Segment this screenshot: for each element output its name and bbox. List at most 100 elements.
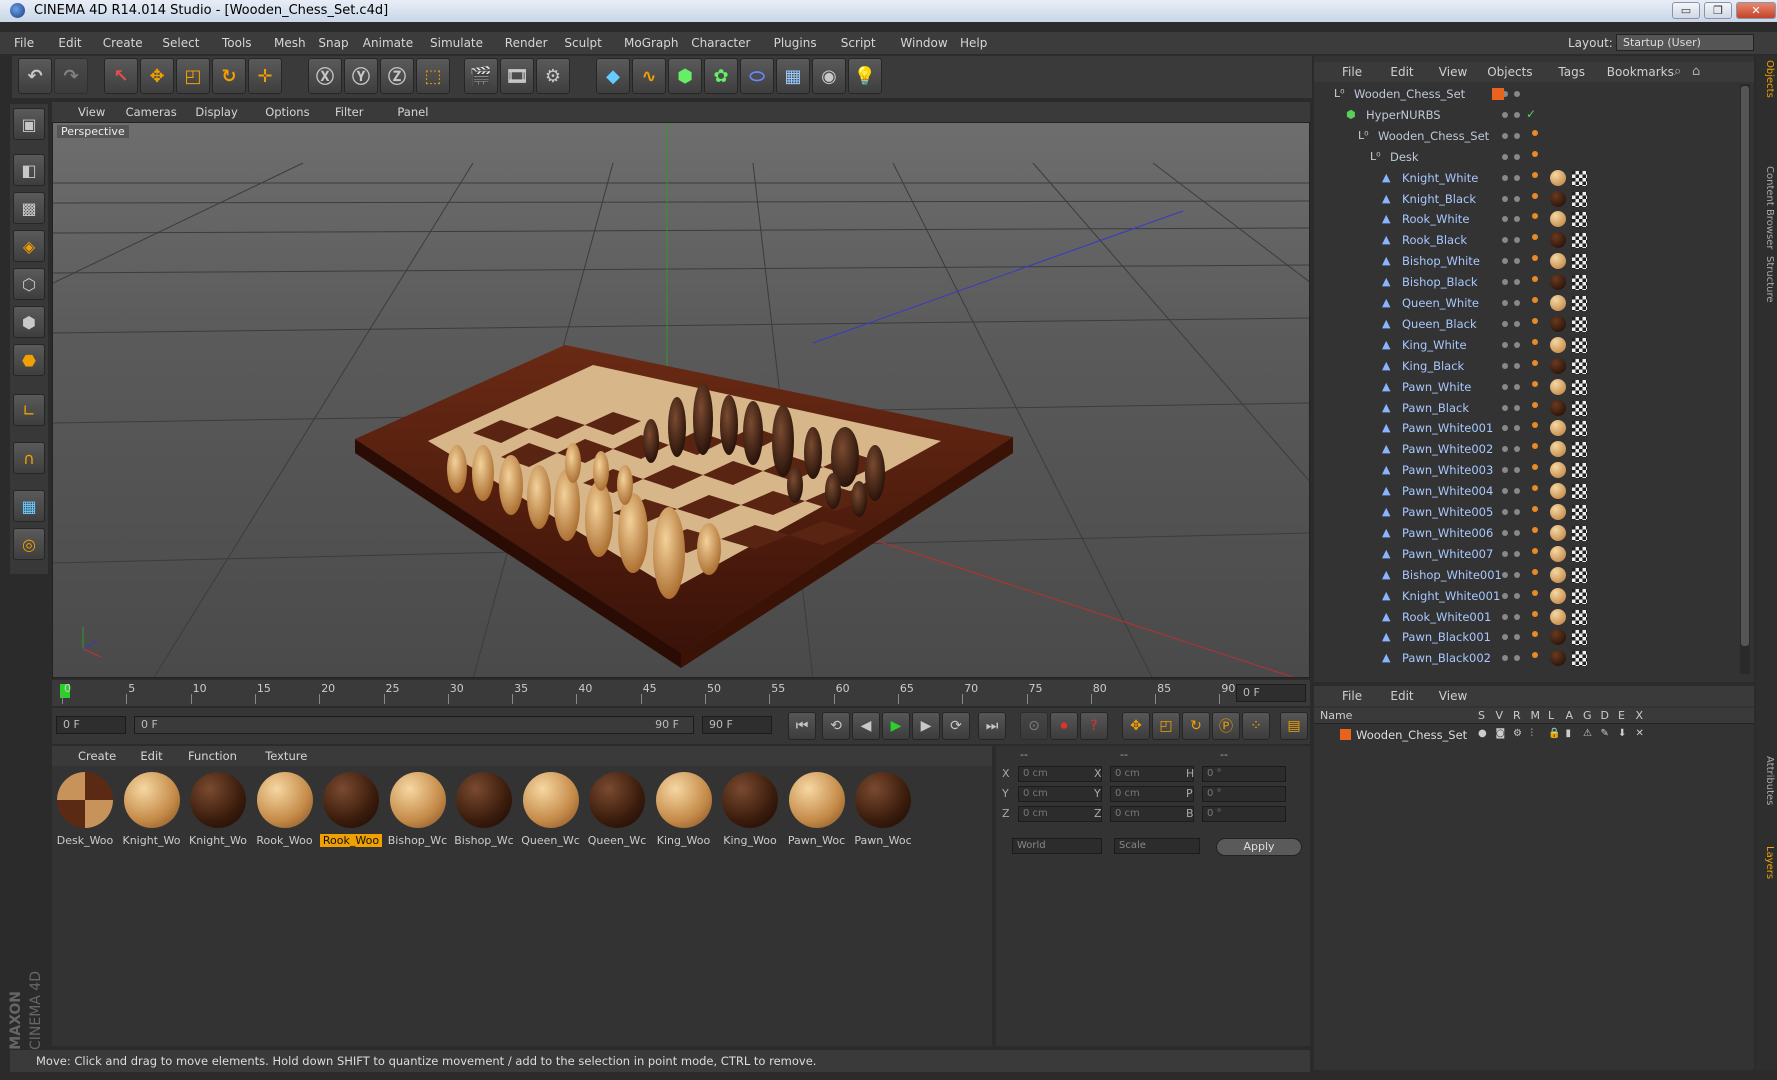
object-row[interactable]: L⁰ Wooden_Chess_Set	[1314, 126, 1738, 147]
coord-field[interactable]: 0 cm	[1018, 786, 1102, 802]
layer-column-header[interactable]: R	[1513, 709, 1521, 722]
editor-visibility-dot[interactable]	[1502, 404, 1508, 411]
x-axis-icon[interactable]: Ⓧ	[308, 58, 342, 94]
snap-icon[interactable]: ▦	[13, 490, 45, 522]
editor-visibility-dot[interactable]	[1502, 300, 1508, 306]
texture-tag-icon[interactable]	[1572, 275, 1587, 291]
material-tag-icon[interactable]	[1550, 315, 1566, 332]
menu-mesh[interactable]: Mesh	[274, 36, 306, 50]
object-menu-tags[interactable]: Tags	[1558, 65, 1585, 79]
phong-tag-icon[interactable]	[1532, 506, 1538, 512]
material-tag-icon[interactable]	[1550, 587, 1566, 604]
previous-key-icon[interactable]: ⟲	[822, 712, 850, 740]
material-swatch[interactable]: Desk_Woo	[54, 770, 116, 852]
next-frame-icon[interactable]: ▶	[912, 712, 940, 740]
object-row[interactable]: ▲ Bishop_Black	[1314, 272, 1738, 293]
material-tag-icon[interactable]	[1550, 274, 1566, 291]
texture-tag-icon[interactable]	[1572, 212, 1587, 228]
render-visibility-dot[interactable]	[1514, 258, 1520, 265]
object-row[interactable]: ▲ Rook_White001	[1314, 607, 1738, 628]
material-tag-icon[interactable]	[1550, 357, 1566, 374]
editor-visibility-dot[interactable]	[1502, 634, 1508, 641]
texture-tag-icon[interactable]	[1572, 296, 1587, 311]
apply-button[interactable]: Apply	[1216, 838, 1302, 856]
material-swatch[interactable]: Queen_Wc	[586, 770, 648, 852]
editor-visibility-dot[interactable]	[1502, 509, 1508, 515]
close-button[interactable]: ✕	[1736, 2, 1776, 19]
edges-mode-icon[interactable]: ⬢	[13, 306, 45, 338]
material-tag-icon[interactable]	[1550, 566, 1566, 583]
texture-tag-icon[interactable]	[1572, 442, 1587, 458]
key-scale-icon[interactable]: ◰	[1152, 712, 1180, 740]
phong-tag-icon[interactable]	[1532, 359, 1538, 366]
layer-flag-icon[interactable]: ⚠	[1583, 728, 1592, 739]
object-menu-file[interactable]: File	[1342, 65, 1362, 79]
side-tab-objects[interactable]: Objects	[1758, 60, 1775, 98]
render-visibility-dot[interactable]	[1514, 216, 1520, 223]
editor-visibility-dot[interactable]	[1502, 425, 1508, 432]
texture-tag-icon[interactable]	[1572, 484, 1587, 500]
object-row[interactable]: ▲ Pawn_Black001	[1314, 627, 1738, 648]
layer-menu-edit[interactable]: Edit	[1390, 689, 1413, 703]
search-icon[interactable]: ⌕	[1674, 64, 1681, 79]
menu-create[interactable]: Create	[103, 36, 143, 50]
render-visibility-dot[interactable]	[1514, 279, 1520, 286]
cube-primitive-icon[interactable]: ◆	[596, 58, 630, 94]
phong-tag-icon[interactable]	[1532, 380, 1538, 387]
floor-icon[interactable]: ▦	[776, 58, 810, 94]
editor-visibility-dot[interactable]	[1502, 341, 1508, 348]
object-row[interactable]: ▲ Queen_Black	[1314, 314, 1738, 335]
menu-snap[interactable]: Snap	[318, 36, 348, 50]
side-tab-structure[interactable]: Structure	[1758, 256, 1775, 303]
go-to-end-icon[interactable]: ⏭	[978, 712, 1006, 740]
object-row[interactable]: ▲ Rook_White	[1314, 209, 1738, 230]
texture-tag-icon[interactable]	[1572, 588, 1587, 604]
editor-visibility-dot[interactable]	[1502, 153, 1508, 160]
texture-tag-icon[interactable]	[1572, 546, 1587, 562]
phong-tag-icon[interactable]	[1532, 129, 1538, 136]
editor-visibility-dot[interactable]	[1502, 362, 1508, 369]
light-icon[interactable]: 💡	[848, 58, 882, 94]
layer-column-header[interactable]: A	[1566, 709, 1574, 722]
home-icon[interactable]: ⌂	[1692, 64, 1700, 79]
phong-tag-icon[interactable]	[1532, 547, 1538, 554]
texture-tag-icon[interactable]	[1572, 630, 1587, 646]
material-tag-icon[interactable]	[1550, 483, 1566, 500]
menu-tools[interactable]: Tools	[222, 36, 252, 50]
render-picture-viewer-icon[interactable]: 🎞	[500, 58, 534, 94]
layer-column-header[interactable]: X	[1636, 709, 1644, 722]
phong-tag-icon[interactable]	[1532, 297, 1538, 303]
render-visibility-dot[interactable]	[1514, 237, 1520, 244]
coord-field[interactable]: 0 cm	[1110, 786, 1194, 802]
phong-tag-icon[interactable]	[1532, 171, 1538, 178]
texture-tag-icon[interactable]	[1572, 316, 1587, 332]
coord-field[interactable]: 0 °	[1202, 766, 1286, 782]
render-visibility-dot[interactable]	[1514, 132, 1520, 139]
phong-tag-icon[interactable]	[1532, 150, 1538, 157]
object-row[interactable]: ▲ Pawn_Black	[1314, 398, 1738, 419]
object-row[interactable]: ▲ Queen_White	[1314, 293, 1738, 314]
viewport-menu-cameras[interactable]: Cameras	[126, 105, 177, 119]
menu-render[interactable]: Render	[505, 36, 548, 50]
object-row[interactable]: ▲ Pawn_White	[1314, 377, 1738, 398]
material-swatch[interactable]: King_Woo	[719, 770, 781, 852]
material-swatch[interactable]: King_Woo	[653, 770, 715, 852]
coordinate-system-icon[interactable]: ⬚	[416, 58, 450, 94]
material-menu-texture[interactable]: Texture	[265, 749, 307, 763]
scale-icon[interactable]: ◰	[176, 58, 210, 94]
material-tag-icon[interactable]	[1550, 608, 1566, 625]
phong-tag-icon[interactable]	[1532, 568, 1538, 575]
render-visibility-dot[interactable]	[1514, 320, 1520, 327]
key-parameter-icon[interactable]: Ⓟ	[1212, 712, 1240, 740]
workplane-icon[interactable]: ◈	[13, 230, 45, 262]
object-menu-view[interactable]: View	[1439, 65, 1467, 79]
render-visibility-dot[interactable]	[1514, 195, 1520, 202]
material-tag-icon[interactable]	[1550, 504, 1566, 520]
undo-icon[interactable]: ↶	[18, 58, 52, 94]
previous-frame-icon[interactable]: ◀	[852, 712, 880, 740]
side-tab-content-browser[interactable]: Content Browser	[1758, 166, 1775, 249]
phong-tag-icon[interactable]	[1532, 401, 1538, 408]
editor-visibility-dot[interactable]	[1502, 174, 1508, 181]
object-row[interactable]: ▲ Knight_White001	[1314, 586, 1738, 607]
layer-flag-icon[interactable]: ⫶	[1531, 728, 1534, 739]
